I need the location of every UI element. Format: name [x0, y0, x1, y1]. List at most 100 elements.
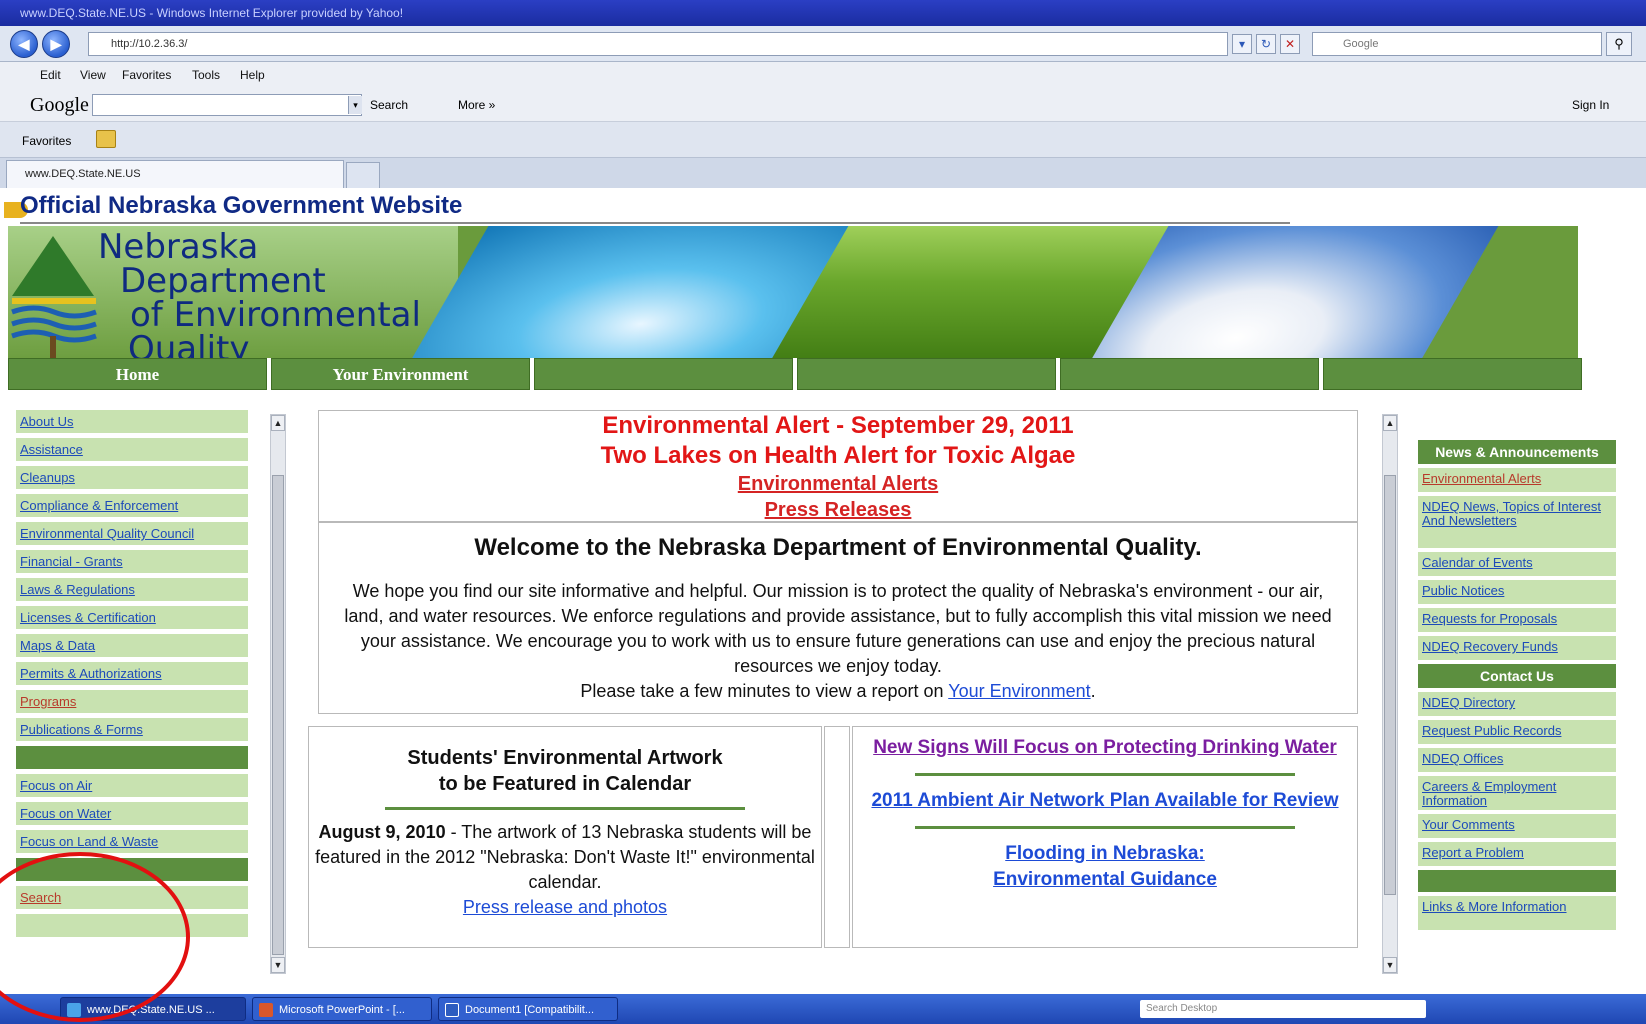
sidebar-item-programs[interactable]: Programs	[16, 690, 248, 713]
news-link-air-network[interactable]: 2011 Ambient Air Network Plan Available …	[853, 788, 1357, 814]
page-viewport: Official Nebraska Government Website Neb…	[0, 188, 1646, 994]
news-panel: New Signs Will Focus on Protecting Drink…	[852, 726, 1358, 948]
sidebar-item-publications[interactable]: Publications & Forms	[16, 718, 248, 741]
right-link-public-notices[interactable]: Public Notices	[1418, 580, 1616, 604]
press-release-photos-link[interactable]: Press release and photos	[463, 897, 667, 917]
stop-icon[interactable]: ✕	[1280, 34, 1300, 54]
right-link-environmental-alerts[interactable]: Environmental Alerts	[1418, 468, 1616, 492]
banner-title: Nebraska Department of Environmental Qua…	[98, 230, 421, 366]
google-search-button[interactable]: Search	[370, 98, 408, 112]
right-link-public-records[interactable]: Request Public Records	[1418, 720, 1616, 744]
menu-favorites[interactable]: Favorites	[122, 68, 171, 82]
alert-subheadline: Two Lakes on Health Alert for Toxic Alga…	[600, 442, 1076, 469]
taskbar-item-powerpoint[interactable]: Microsoft PowerPoint - [...	[252, 997, 432, 1021]
desktop-search-input[interactable]: Search Desktop	[1140, 1000, 1426, 1018]
sidebar-item-assistance[interactable]: Assistance	[16, 438, 248, 461]
sidebar-divider	[1418, 870, 1616, 892]
banner-title-line: Nebraska	[98, 227, 259, 267]
green-divider	[915, 826, 1295, 829]
tab-row: www.DEQ.State.NE.US	[0, 158, 1646, 188]
right-scrollbar[interactable]: ▲ ▼	[1382, 414, 1398, 974]
environmental-alerts-link[interactable]: Environmental Alerts	[319, 471, 1357, 497]
scroll-up-icon[interactable]: ▲	[271, 415, 285, 431]
sign-in-button[interactable]: Sign In	[1572, 98, 1609, 112]
nav-your-environment[interactable]: Your Environment	[271, 358, 530, 390]
browser-search-input[interactable]: Google	[1312, 32, 1602, 56]
sidebar-item-focus-water[interactable]: Focus on Water	[16, 802, 248, 825]
sidebar-item-focus-air[interactable]: Focus on Air	[16, 774, 248, 797]
new-tab-button[interactable]	[346, 162, 380, 188]
sidebar-item-permits[interactable]: Permits & Authorizations	[16, 662, 248, 685]
google-toolbar: Google ▾ Search More » Sign In	[0, 88, 1646, 122]
header-divider	[20, 222, 1290, 224]
sidebar-item-financial[interactable]: Financial - Grants	[16, 550, 248, 573]
chevron-down-icon[interactable]: ▾	[348, 96, 362, 114]
news-announcements-header: News & Announcements	[1418, 440, 1616, 464]
left-scrollbar[interactable]: ▲ ▼	[270, 414, 286, 974]
url-input[interactable]: http://10.2.36.3/	[88, 32, 1228, 56]
google-search-input[interactable]	[92, 94, 362, 116]
forward-button[interactable]: ▶	[42, 30, 70, 58]
sidebar-item-about-us[interactable]: About Us	[16, 410, 248, 433]
sidebar-item-eqc[interactable]: Environmental Quality Council	[16, 522, 248, 545]
menu-edit[interactable]: Edit	[40, 68, 61, 82]
deq-logo-icon	[11, 236, 97, 362]
welcome-body: We hope you find our site informative an…	[344, 581, 1332, 676]
right-link-report-problem[interactable]: Report a Problem	[1418, 842, 1616, 866]
nav-home[interactable]: Home	[8, 358, 267, 390]
more-button[interactable]: More »	[458, 98, 495, 112]
right-link-directory[interactable]: NDEQ Directory	[1418, 692, 1616, 716]
word-icon	[445, 1003, 459, 1017]
right-link-more-info[interactable]: Links & More Information	[1418, 896, 1616, 930]
favorites-button[interactable]: Favorites	[22, 134, 71, 148]
nav-empty[interactable]	[1323, 358, 1582, 390]
add-favorite-icon[interactable]	[96, 130, 116, 148]
nav-empty[interactable]	[1060, 358, 1319, 390]
artwork-title-line: Students' Environmental Artwork	[407, 747, 723, 769]
right-sidebar: News & Announcements Environmental Alert…	[1418, 440, 1616, 960]
column-gap	[824, 726, 850, 948]
news-link-drinking-water[interactable]: New Signs Will Focus on Protecting Drink…	[853, 735, 1357, 761]
right-link-rfp[interactable]: Requests for Proposals	[1418, 608, 1616, 632]
scroll-down-icon[interactable]: ▼	[271, 957, 285, 973]
menu-help[interactable]: Help	[240, 68, 265, 82]
taskbar-item-word[interactable]: Document1 [Compatibilit...	[438, 997, 618, 1021]
welcome-panel: Welcome to the Nebraska Department of En…	[318, 522, 1358, 714]
scroll-down-icon[interactable]: ▼	[1383, 957, 1397, 973]
menu-bar: Edit View Favorites Tools Help	[0, 62, 1646, 88]
welcome-text: We hope you find our site informative an…	[319, 565, 1357, 704]
sidebar-item-cleanups[interactable]: Cleanups	[16, 466, 248, 489]
window-title-bar: www.DEQ.State.NE.US - Windows Internet E…	[0, 0, 1646, 26]
right-link-ndeq-news[interactable]: NDEQ News, Topics of Interest And Newsle…	[1418, 496, 1616, 548]
banner-title-line: of Environmental	[130, 295, 421, 335]
menu-view[interactable]: View	[80, 68, 106, 82]
favorites-bar: Favorites	[0, 122, 1646, 158]
scroll-thumb[interactable]	[272, 475, 284, 955]
right-link-comments[interactable]: Your Comments	[1418, 814, 1616, 838]
nav-empty[interactable]	[534, 358, 793, 390]
refresh-icon[interactable]: ↻	[1256, 34, 1276, 54]
right-link-offices[interactable]: NDEQ Offices	[1418, 748, 1616, 772]
address-dropdown-icon[interactable]: ▾	[1232, 34, 1252, 54]
browser-window: www.DEQ.State.NE.US - Windows Internet E…	[0, 0, 1646, 1024]
sidebar-item-laws[interactable]: Laws & Regulations	[16, 578, 248, 601]
left-sidebar: About Us Assistance Cleanups Compliance …	[16, 410, 248, 937]
right-link-careers[interactable]: Careers & Employment Information	[1418, 776, 1616, 810]
news-link-flooding[interactable]: Flooding in Nebraska: Environmental Guid…	[853, 841, 1357, 893]
scroll-up-icon[interactable]: ▲	[1383, 415, 1397, 431]
nav-empty[interactable]	[797, 358, 1056, 390]
back-button[interactable]: ◀	[10, 30, 38, 58]
tab-deq[interactable]: www.DEQ.State.NE.US	[6, 160, 344, 188]
sidebar-item-focus-land[interactable]: Focus on Land & Waste	[16, 830, 248, 853]
right-link-calendar[interactable]: Calendar of Events	[1418, 552, 1616, 576]
search-icon[interactable]: ⚲	[1606, 32, 1632, 56]
right-link-recovery-funds[interactable]: NDEQ Recovery Funds	[1418, 636, 1616, 660]
scroll-thumb[interactable]	[1384, 475, 1396, 895]
sidebar-item-licenses[interactable]: Licenses & Certification	[16, 606, 248, 629]
sidebar-item-maps[interactable]: Maps & Data	[16, 634, 248, 657]
menu-tools[interactable]: Tools	[192, 68, 220, 82]
your-environment-link[interactable]: Your Environment	[948, 681, 1090, 701]
press-releases-link[interactable]: Press Releases	[319, 497, 1357, 523]
sidebar-item-compliance[interactable]: Compliance & Enforcement	[16, 494, 248, 517]
green-divider	[915, 773, 1295, 776]
